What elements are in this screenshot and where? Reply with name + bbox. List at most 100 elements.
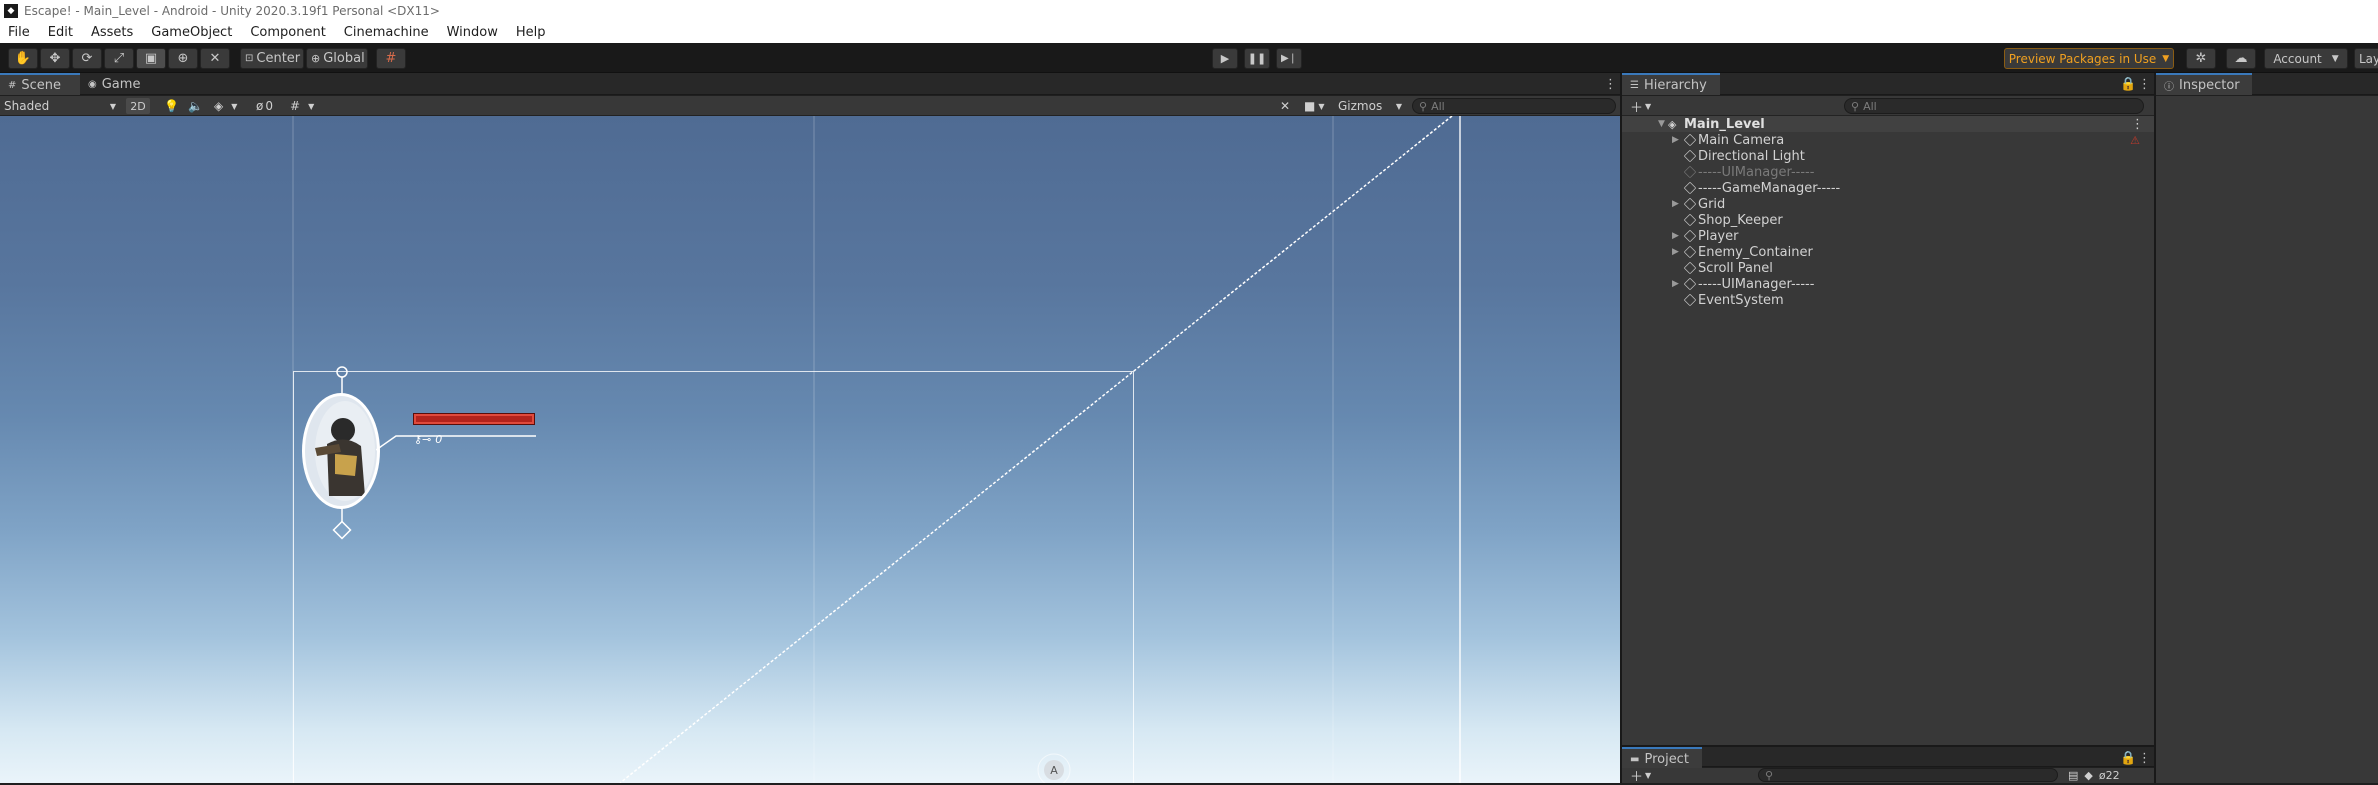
expand-arrow-icon[interactable]: ▶ bbox=[1672, 247, 1679, 257]
expand-arrow-icon[interactable]: ▶ bbox=[1672, 135, 1679, 145]
hierarchy-item-label: EventSystem bbox=[1698, 292, 1784, 308]
gizmos-label: Gizmos bbox=[1338, 99, 1383, 113]
rotate-tool-icon[interactable]: ⟳ bbox=[72, 48, 102, 69]
lighting-toggle-icon[interactable]: 💡 bbox=[164, 98, 179, 114]
hierarchy-item[interactable]: ▶ Enemy_Container bbox=[1622, 244, 2154, 260]
preview-packages-button[interactable]: Preview Packages in Use ▼ bbox=[2004, 48, 2174, 69]
scene-search-input[interactable]: ⚲ All bbox=[1412, 98, 1616, 114]
filter-type-icon: ▤ bbox=[2068, 768, 2079, 782]
menu-edit[interactable]: Edit bbox=[48, 25, 73, 40]
project-search-input[interactable]: ⚲ bbox=[1758, 768, 2058, 782]
search-icon: ⚲ bbox=[1851, 99, 1860, 113]
hierarchy-item[interactable]: -----UIManager----- bbox=[1622, 164, 2154, 180]
services-icon[interactable]: ✲ bbox=[2186, 48, 2216, 69]
hierarchy-item-label: Player bbox=[1698, 228, 1739, 244]
eye-slash-icon: ø bbox=[2098, 768, 2106, 782]
camera-icon[interactable]: ■ ▼ bbox=[1304, 98, 1325, 114]
hierarchy-item[interactable]: -----GameManager----- bbox=[1622, 180, 2154, 196]
filter-label-icon: ◆ bbox=[2084, 768, 2093, 782]
hierarchy-item[interactable]: Shop_Keeper bbox=[1622, 212, 2154, 228]
scene-root-row[interactable]: ▼ ◈ Main_Level ⋮ bbox=[1622, 116, 2154, 132]
scene-viewport[interactable]: ⚷⊸ 0 A bbox=[0, 116, 1620, 783]
player-portrait-frame bbox=[302, 393, 380, 509]
shading-mode-dropdown[interactable]: Shaded ▼ bbox=[4, 98, 116, 114]
custom-tool-icon[interactable]: ✕ bbox=[200, 48, 230, 69]
hidden-objects-toggle[interactable]: ø 0 bbox=[256, 98, 273, 114]
step-button[interactable]: ▶❘ bbox=[1276, 48, 1302, 69]
gameobject-icon bbox=[1683, 213, 1697, 227]
menu-bar: File Edit Assets GameObject Component Ci… bbox=[0, 22, 2378, 43]
preview-packages-label: Preview Packages in Use bbox=[2008, 51, 2157, 66]
scene-panel-header: # Scene ◉ Game ⋮ bbox=[0, 73, 1620, 95]
hierarchy-panel-header: ☰ Hierarchy 🔒 ⋮ bbox=[1622, 73, 2154, 95]
2d-mode-toggle[interactable]: 2D bbox=[126, 98, 150, 114]
menu-component[interactable]: Component bbox=[250, 25, 325, 40]
gizmos-dropdown[interactable]: Gizmos ▼ bbox=[1338, 98, 1402, 114]
pivot-toggle[interactable]: ⊡ Center bbox=[240, 48, 304, 69]
rect-tool-icon[interactable]: ▣ bbox=[136, 48, 166, 69]
main-toolbar: ✋ ✥ ⟳ ⤢ ▣ ⊕ ✕ ⊡ Center ⊕ Global # ▶ ❚❚ ▶… bbox=[0, 43, 2378, 73]
play-button[interactable]: ▶ bbox=[1212, 48, 1238, 69]
hierarchy-item[interactable]: ▶ Main Camera ⚠ bbox=[1622, 132, 2154, 148]
gameobject-icon bbox=[1683, 261, 1697, 275]
globe-icon: ⊕ bbox=[311, 52, 321, 65]
project-toolbar: ＋ ▼ ⚲ ▤ ◆ ø 22 bbox=[1622, 767, 2154, 785]
snap-grid-icon[interactable]: # bbox=[376, 48, 406, 69]
account-dropdown[interactable]: Account ▼ bbox=[2264, 48, 2348, 69]
menu-assets[interactable]: Assets bbox=[91, 25, 133, 40]
pause-button[interactable]: ❚❚ bbox=[1244, 48, 1270, 69]
expand-arrow-icon[interactable]: ▶ bbox=[1672, 231, 1679, 241]
grid-toggle-icon[interactable]: # ▼ bbox=[290, 98, 314, 114]
panel-menu-icon[interactable]: ⋮ bbox=[1596, 73, 1617, 95]
expand-arrow-icon[interactable]: ▶ bbox=[1672, 199, 1679, 209]
hierarchy-item[interactable]: ▶ Player bbox=[1622, 228, 2154, 244]
scene-menu-icon[interactable]: ⋮ bbox=[2131, 117, 2144, 132]
tools-icon[interactable]: ✕ bbox=[1280, 98, 1290, 114]
cloud-icon[interactable]: ☁ bbox=[2226, 48, 2256, 69]
filter-icons[interactable]: ▤ ◆ ø 22 bbox=[2068, 767, 2120, 783]
hand-tool-icon[interactable]: ✋ bbox=[8, 48, 38, 69]
inspector-body bbox=[2156, 96, 2378, 783]
gameobject-icon bbox=[1683, 245, 1697, 259]
tab-game-label: Game bbox=[101, 76, 141, 92]
expand-arrow-icon[interactable]: ▶ bbox=[1672, 279, 1679, 289]
tab-inspector[interactable]: ⓘ Inspector bbox=[2156, 73, 2252, 95]
menu-window[interactable]: Window bbox=[447, 25, 498, 40]
menu-cinemachine[interactable]: Cinemachine bbox=[344, 25, 429, 40]
hierarchy-item[interactable]: Scroll Panel bbox=[1622, 260, 2154, 276]
transform-tool-icon[interactable]: ⊕ bbox=[168, 48, 198, 69]
create-object-button[interactable]: ＋ ▼ bbox=[1630, 98, 1651, 116]
list-icon: ☰ bbox=[1630, 79, 1639, 91]
frame-bottom-ornament-icon bbox=[332, 508, 352, 540]
tab-scene[interactable]: # Scene bbox=[0, 73, 80, 95]
pivot-label: Center bbox=[256, 51, 301, 66]
space-label: Global bbox=[323, 51, 365, 66]
hierarchy-item[interactable]: ▶ -----UIManager----- bbox=[1622, 276, 2154, 292]
window-titlebar: ◆ Escape! - Main_Level - Android - Unity… bbox=[0, 0, 2378, 22]
space-toggle[interactable]: ⊕ Global bbox=[306, 48, 368, 69]
menu-gameobject[interactable]: GameObject bbox=[151, 25, 232, 40]
scene-name: Main_Level bbox=[1684, 116, 1765, 132]
tab-game[interactable]: ◉ Game bbox=[80, 73, 150, 95]
effects-toggle-icon[interactable]: ◈ ▼ bbox=[214, 98, 237, 114]
menu-file[interactable]: File bbox=[8, 25, 30, 40]
gameobject-icon bbox=[1683, 149, 1697, 163]
hierarchy-search-input[interactable]: ⚲ All bbox=[1844, 98, 2144, 114]
key-icon: ⚷⊸ bbox=[414, 433, 432, 446]
audio-toggle-icon[interactable]: 🔈 bbox=[188, 98, 203, 114]
hierarchy-item-label: Main Camera bbox=[1698, 132, 1785, 148]
move-tool-icon[interactable]: ✥ bbox=[40, 48, 70, 69]
window-title: Escape! - Main_Level - Android - Unity 2… bbox=[24, 4, 440, 18]
hierarchy-item[interactable]: Directional Light bbox=[1622, 148, 2154, 164]
menu-help[interactable]: Help bbox=[516, 25, 546, 40]
panel-menu-icon[interactable]: ⋮ bbox=[2130, 747, 2159, 769]
create-asset-button[interactable]: ＋ ▼ bbox=[1630, 767, 1651, 785]
hierarchy-item-label: Grid bbox=[1698, 196, 1726, 212]
hierarchy-item[interactable]: EventSystem bbox=[1622, 292, 2154, 308]
tab-hierarchy[interactable]: ☰ Hierarchy bbox=[1622, 73, 1720, 95]
coin-counter: ⚷⊸ 0 bbox=[414, 433, 442, 446]
scale-tool-icon[interactable]: ⤢ bbox=[104, 48, 134, 69]
hierarchy-item[interactable]: ▶ Grid bbox=[1622, 196, 2154, 212]
layers-dropdown[interactable]: Lay bbox=[2354, 48, 2378, 69]
project-hidden-count: 22 bbox=[2105, 768, 2120, 782]
